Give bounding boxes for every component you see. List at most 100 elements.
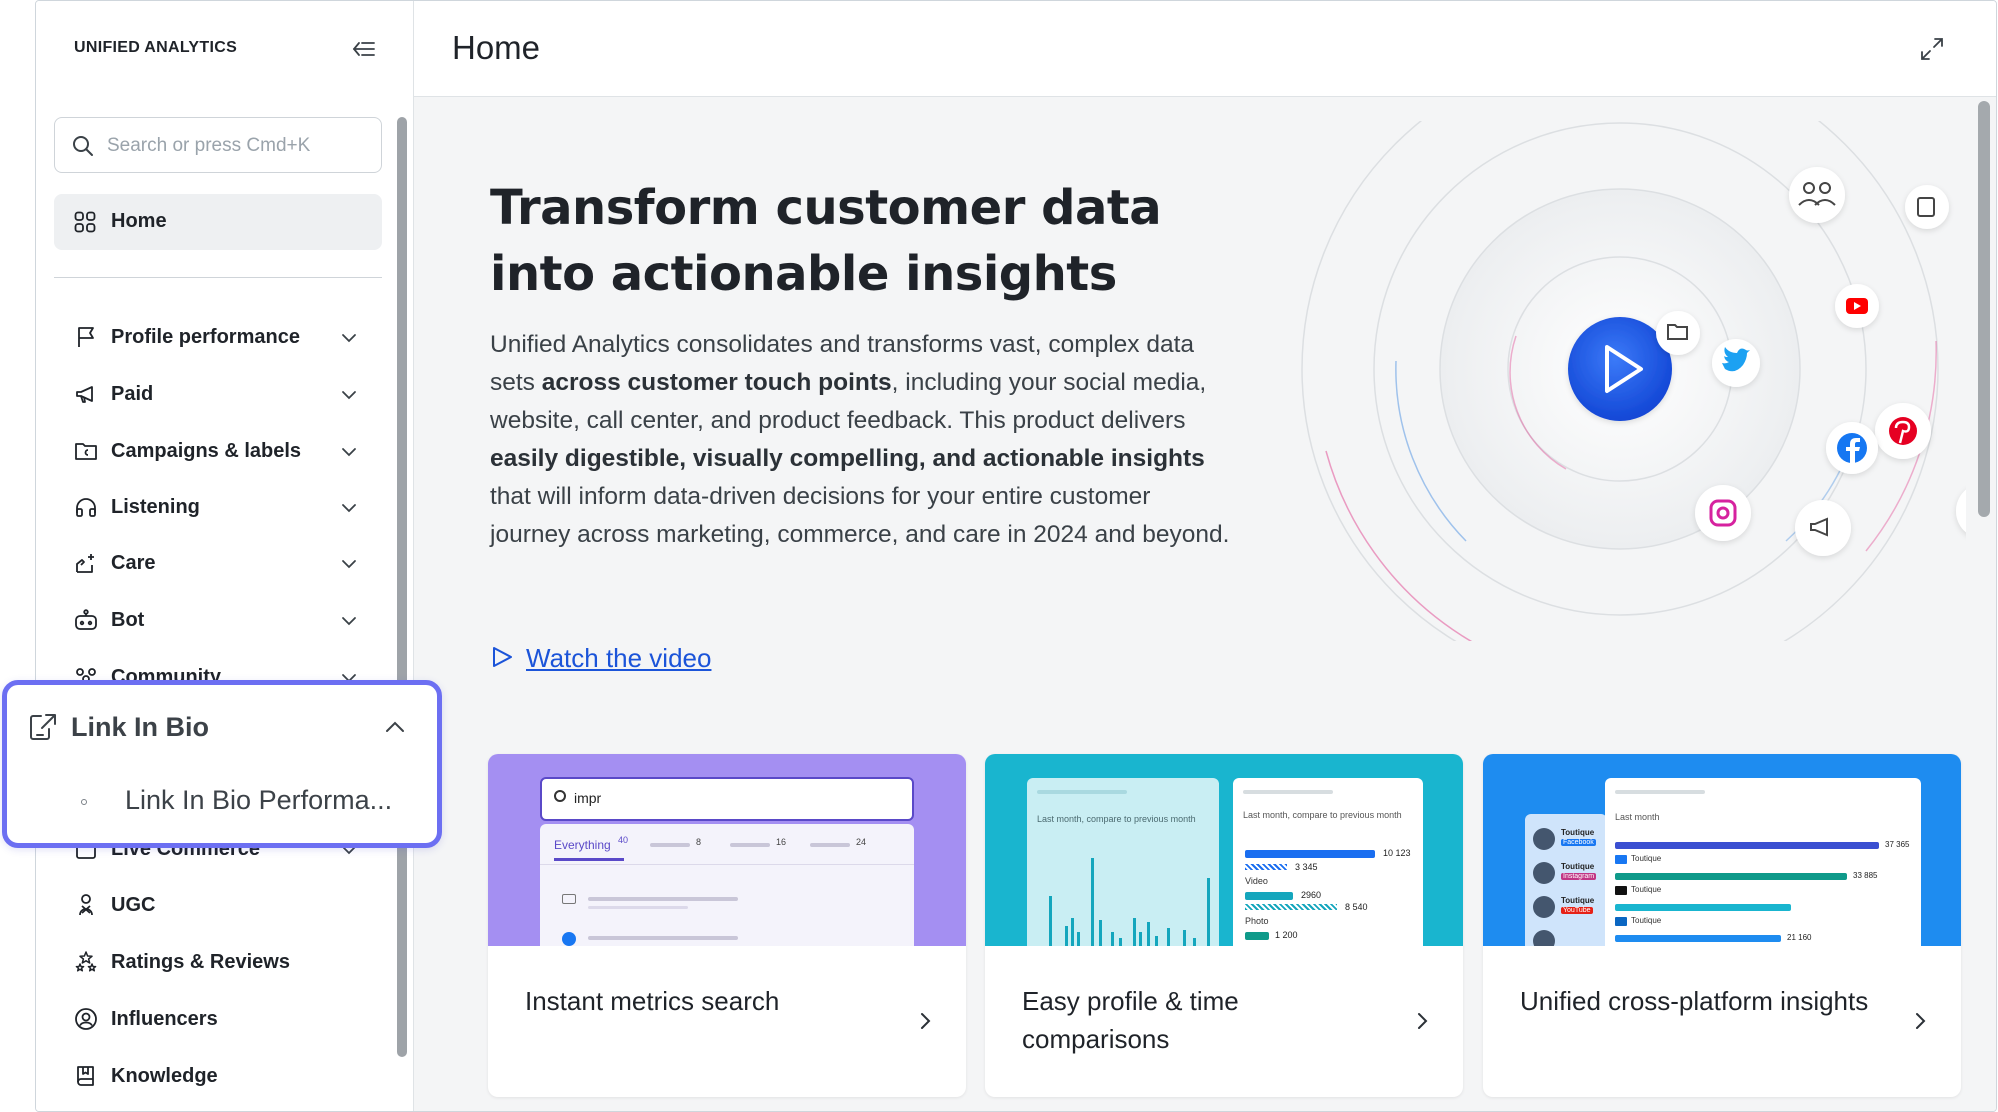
sidebar-item-campaigns-labels[interactable]: Campaigns & labels xyxy=(54,429,382,473)
sidebar-item-listening[interactable]: Listening xyxy=(54,485,382,529)
bullet-icon xyxy=(81,799,87,805)
card-title: Easy profile & time comparisons xyxy=(1022,986,1239,1054)
facebook-icon xyxy=(1826,422,1878,474)
thumb-label: Toutique xyxy=(1631,854,1662,863)
sidebar-item-link-in-bio[interactable]: Link In Bio xyxy=(7,685,437,755)
popover-title: Link In Bio xyxy=(71,712,209,742)
card-thumbnail: impr Everything 40 8 16 24 xyxy=(488,754,966,946)
card-thumbnail: Toutique Facebook Toutique Instagram Tou… xyxy=(1483,754,1961,946)
folder-icon xyxy=(1656,311,1700,355)
chevron-down-icon xyxy=(342,448,356,457)
thumb-label: Toutique xyxy=(1561,862,1595,871)
headphones-icon xyxy=(1956,489,1966,533)
sidebar-item-ugc[interactable]: UGC xyxy=(54,883,382,927)
collapse-sidebar-button[interactable] xyxy=(350,35,378,63)
sidebar-item-profile-performance[interactable]: Profile performance xyxy=(54,315,382,359)
thumb-badge: Facebook xyxy=(1561,839,1596,846)
sidebar-scrollbar[interactable] xyxy=(397,117,407,1057)
expand-icon xyxy=(1921,38,1943,60)
chevron-down-icon xyxy=(342,504,356,513)
sidebar-item-label: Profile performance xyxy=(111,326,300,348)
hero-title: Transform customer data into actionable … xyxy=(490,180,1162,302)
sidebar-item-label: Home xyxy=(111,210,167,232)
thumb-label: Video xyxy=(1245,876,1268,886)
thumb-caption: Last month, compare to previous month xyxy=(1243,810,1402,820)
thumb-value: 1 200 xyxy=(1275,930,1298,940)
chevron-down-icon xyxy=(342,560,356,569)
sidebar-item-ratings-reviews[interactable]: Ratings & Reviews xyxy=(54,940,382,984)
headphones-icon xyxy=(76,498,96,517)
chevron-right-icon xyxy=(1916,1013,1926,1029)
app-window: UNIFIED ANALYTICS Home Profile performan… xyxy=(35,0,1997,1112)
thumb-query: impr xyxy=(574,790,602,806)
main-content: Home Transform customer data into action… xyxy=(414,1,1996,1111)
card-title: Instant metrics search xyxy=(525,986,780,1016)
thumb-value: 2960 xyxy=(1301,890,1322,900)
thumb-label: Toutique xyxy=(1631,885,1662,894)
sidebar-item-label: UGC xyxy=(111,894,156,916)
chevron-down-icon xyxy=(342,334,356,343)
external-link-icon xyxy=(30,714,56,740)
card-thumbnail: Last month, compare to previous month La… xyxy=(985,754,1463,946)
sidebar-item-label: Care xyxy=(111,552,156,574)
community-icon xyxy=(1789,167,1845,223)
sidebar-item-paid[interactable]: Paid xyxy=(54,372,382,416)
megaphone-icon xyxy=(1795,500,1851,556)
megaphone-icon xyxy=(76,386,93,403)
app-title: UNIFIED ANALYTICS xyxy=(74,39,238,56)
sidebar-item-label: Campaigns & labels xyxy=(111,440,302,462)
sidebar-item-knowledge[interactable]: Knowledge xyxy=(54,1054,382,1098)
sidebar-item-care[interactable]: Care xyxy=(54,541,382,585)
search-icon xyxy=(73,136,93,156)
thumb-caption: Last month xyxy=(1615,812,1660,822)
sidebar-item-bot[interactable]: Bot xyxy=(54,598,382,642)
main-scrollbar[interactable] xyxy=(1978,101,1990,517)
feature-card-profile-comparisons[interactable]: Last month, compare to previous month La… xyxy=(985,754,1463,1097)
thumb-caption: Last month, compare to previous month xyxy=(1037,814,1196,824)
folder-icon xyxy=(75,443,97,460)
popover-subitem-label: Link In Bio Performa... xyxy=(125,785,393,815)
chevron-down-icon xyxy=(342,617,356,626)
chevron-down-icon xyxy=(342,391,356,400)
page-title: Home xyxy=(452,29,541,66)
twitter-icon xyxy=(1712,339,1760,387)
chevron-up-icon xyxy=(386,721,404,732)
thumb-count: 16 xyxy=(776,837,787,847)
thumb-label: Toutique xyxy=(1561,828,1595,837)
bot-icon xyxy=(75,609,97,630)
ugc-icon xyxy=(79,894,93,916)
thumb-tab: Everything xyxy=(554,838,611,852)
feature-card-cross-platform[interactable]: Toutique Facebook Toutique Instagram Tou… xyxy=(1483,754,1961,1097)
thumb-value: 21 160 xyxy=(1787,933,1812,942)
link-in-bio-popover: Link In Bio Link In Bio Performa... xyxy=(2,680,442,848)
sidebar-item-label: Paid xyxy=(111,383,154,405)
sidebar-item-influencers[interactable]: Influencers xyxy=(54,997,382,1041)
book-icon xyxy=(77,1066,94,1086)
sidebar-item-label: Listening xyxy=(111,496,200,518)
sidebar-item-home[interactable]: Home xyxy=(54,194,382,250)
sidebar-subitem-link-in-bio-performance[interactable]: Link In Bio Performa... xyxy=(7,765,437,835)
youtube-icon xyxy=(1835,284,1879,328)
watch-video-label: Watch the video xyxy=(526,643,712,673)
thumb-count: 8 xyxy=(696,837,702,847)
sidebar-item-label: Ratings & Reviews xyxy=(111,951,290,973)
feature-card-metrics-search[interactable]: impr Everything 40 8 16 24 Instant metri… xyxy=(488,754,966,1097)
search-input[interactable] xyxy=(107,130,367,162)
thumb-count: 24 xyxy=(856,837,867,847)
collapse-icon xyxy=(352,42,375,56)
influencer-icon xyxy=(75,1008,97,1030)
sidebar-item-label: Influencers xyxy=(111,1008,218,1030)
orbit-illustration: in xyxy=(1301,121,1966,641)
search-box[interactable] xyxy=(54,117,382,173)
external-link-icon xyxy=(1905,185,1949,229)
grid-icon xyxy=(74,211,96,233)
sidebar-item-label: Knowledge xyxy=(111,1065,218,1087)
thumb-badge: Instagram xyxy=(1561,873,1597,880)
thumb-search-input: impr xyxy=(540,777,914,821)
sidebar-item-label: Bot xyxy=(111,609,145,631)
thumb-badge: YouTube xyxy=(1561,907,1593,914)
sidebar: UNIFIED ANALYTICS Home Profile performan… xyxy=(36,1,414,1111)
expand-button[interactable] xyxy=(1918,35,1946,63)
hero-description: Unified Analytics consolidates and trans… xyxy=(490,331,1230,548)
stars-icon xyxy=(75,951,97,972)
